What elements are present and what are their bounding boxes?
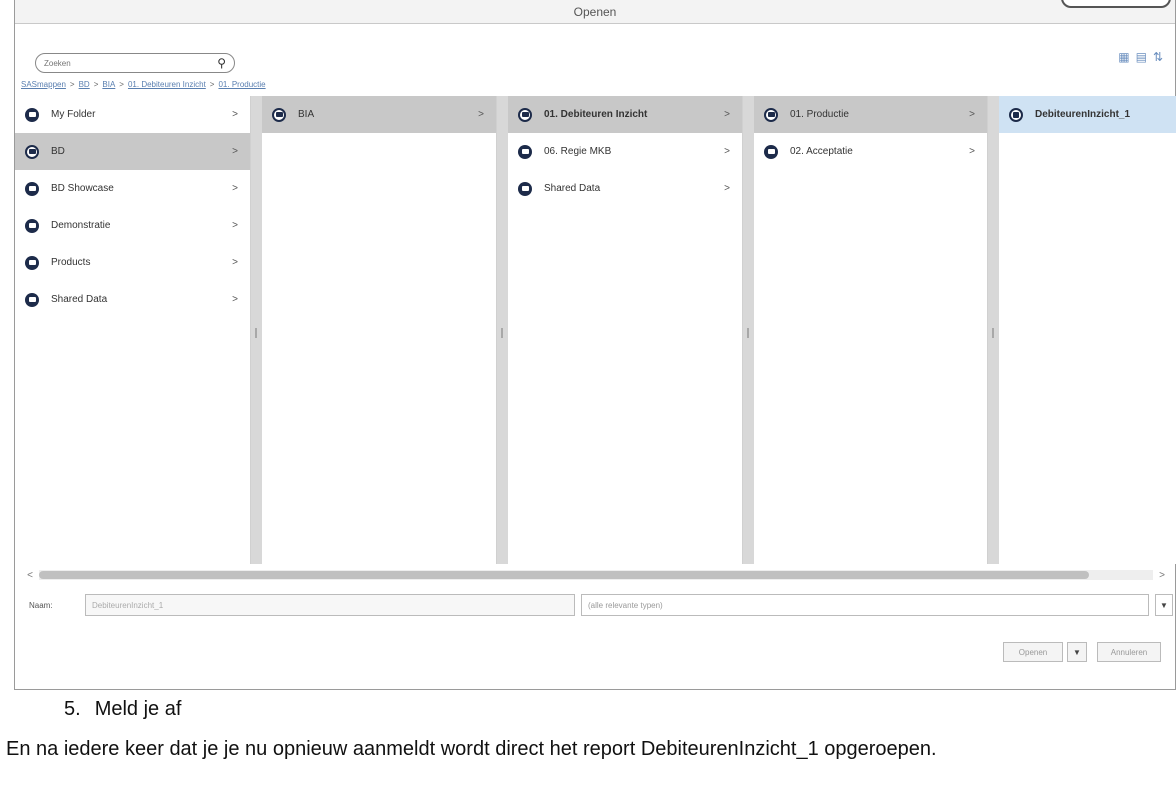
list-item[interactable]: 01. Productie > [754, 96, 987, 133]
folder-column: BIA > [262, 96, 497, 564]
list-item[interactable]: 01. Debiteuren Inzicht > [508, 96, 742, 133]
chevron-right-icon: > [232, 257, 238, 268]
scroll-right-icon[interactable]: > [1153, 570, 1171, 581]
list-item[interactable]: Shared Data > [508, 170, 742, 207]
scroll-track[interactable] [39, 570, 1153, 580]
paragraph: En na iedere keer dat je je nu opnieuw a… [6, 738, 937, 760]
column-browser: My Folder > BD > BD Showcase > Demonstratie… [15, 96, 1176, 564]
dialog-buttons: Openen ▼ Annuleren [1003, 642, 1161, 662]
breadcrumb-item[interactable]: SASmappen [21, 80, 66, 89]
scroll-left-icon[interactable]: < [21, 570, 39, 581]
folder-icon [25, 107, 39, 122]
folder-icon [764, 144, 778, 159]
search-icon[interactable]: ⚲ [217, 56, 226, 70]
name-row: Naam: DebiteurenInzicht_1 (alle relevant… [19, 594, 1173, 616]
type-filter-select[interactable]: (alle relevante typen) [581, 594, 1149, 616]
chevron-down-icon[interactable]: ▼ [1155, 594, 1173, 616]
folder-column: My Folder > BD > BD Showcase > Demonstratie… [15, 96, 251, 564]
dialog-titlebar: Openen [15, 0, 1175, 24]
folder-column: 01. Productie > 02. Acceptatie > [754, 96, 988, 564]
search-input[interactable] [44, 58, 218, 68]
chevron-right-icon: > [232, 109, 238, 120]
open-dialog: Openen ⚲ ▦ ▤ ⇅ SASmappen>BD>BIA>01. Debi… [14, 0, 1176, 690]
chevron-right-icon: > [724, 183, 730, 194]
dialog-title: Openen [573, 4, 617, 19]
folder-icon [518, 181, 532, 196]
folder-open-icon [272, 107, 286, 122]
chevron-right-icon: > [232, 183, 238, 194]
view-toolbar: ▦ ▤ ⇅ [1118, 50, 1163, 64]
breadcrumb-item[interactable]: 01. Productie [218, 80, 265, 89]
columns-view-icon[interactable]: ▦ [1118, 50, 1129, 64]
column-splitter[interactable] [251, 96, 262, 564]
report-icon [1009, 107, 1023, 122]
column-splitter[interactable] [988, 96, 999, 564]
horizontal-scrollbar[interactable]: < > [21, 568, 1171, 582]
cancel-button[interactable]: Annuleren [1097, 642, 1161, 662]
chevron-right-icon: > [724, 109, 730, 120]
window-frame-corner [1061, 0, 1171, 8]
list-item[interactable]: My Folder > [15, 96, 250, 133]
list-item[interactable]: Shared Data > [15, 281, 250, 318]
search-box[interactable]: ⚲ [35, 53, 235, 73]
folder-icon [518, 144, 532, 159]
folder-icon [25, 255, 39, 270]
open-menu-chevron-down-icon[interactable]: ▼ [1067, 642, 1087, 662]
chevron-right-icon: > [478, 109, 484, 120]
folder-open-icon [518, 107, 532, 122]
column-splitter[interactable] [497, 96, 508, 564]
scroll-thumb[interactable] [39, 571, 1089, 579]
folder-column: 01. Debiteuren Inzicht > 06. Regie MKB > S… [508, 96, 743, 564]
folder-icon [25, 292, 39, 307]
chevron-right-icon: > [969, 146, 975, 157]
breadcrumb-item[interactable]: BIA [102, 80, 115, 89]
chevron-right-icon: > [232, 220, 238, 231]
folder-icon [25, 181, 39, 196]
folder-open-icon [764, 107, 778, 122]
chevron-right-icon: > [724, 146, 730, 157]
report-column: DebiteurenInzicht_1 [999, 96, 1176, 564]
chevron-right-icon: > [232, 294, 238, 305]
folder-open-icon [25, 144, 39, 159]
list-item[interactable]: Demonstratie > [15, 207, 250, 244]
step-text: Meld je af [94, 698, 182, 720]
sort-icon[interactable]: ⇅ [1153, 50, 1163, 64]
breadcrumb-item[interactable]: 01. Debiteuren Inzicht [128, 80, 206, 89]
list-item[interactable]: BIA > [262, 96, 496, 133]
name-field[interactable]: DebiteurenInzicht_1 [85, 594, 575, 616]
list-item[interactable]: 02. Acceptatie > [754, 133, 987, 170]
list-item[interactable]: BD > [15, 133, 250, 170]
folder-icon [25, 218, 39, 233]
breadcrumb-item[interactable]: BD [79, 80, 90, 89]
open-button[interactable]: Openen [1003, 642, 1063, 662]
breadcrumb: SASmappen > BD > BIA >01. Debiteuren Inzicht >… [21, 80, 266, 89]
chevron-right-icon: > [969, 109, 975, 120]
name-label: Naam: [29, 600, 53, 610]
list-item[interactable]: DebiteurenInzicht_1 [999, 96, 1176, 133]
list-view-icon[interactable]: ▤ [1136, 50, 1147, 64]
list-item[interactable]: BD Showcase > [15, 170, 250, 207]
list-item[interactable]: 06. Regie MKB > [508, 133, 742, 170]
chevron-right-icon: > [232, 146, 238, 157]
step-heading: 5. Meld je af [64, 698, 181, 721]
step-number: 5. [64, 698, 81, 720]
column-splitter[interactable] [743, 96, 754, 564]
list-item[interactable]: Products > [15, 244, 250, 281]
